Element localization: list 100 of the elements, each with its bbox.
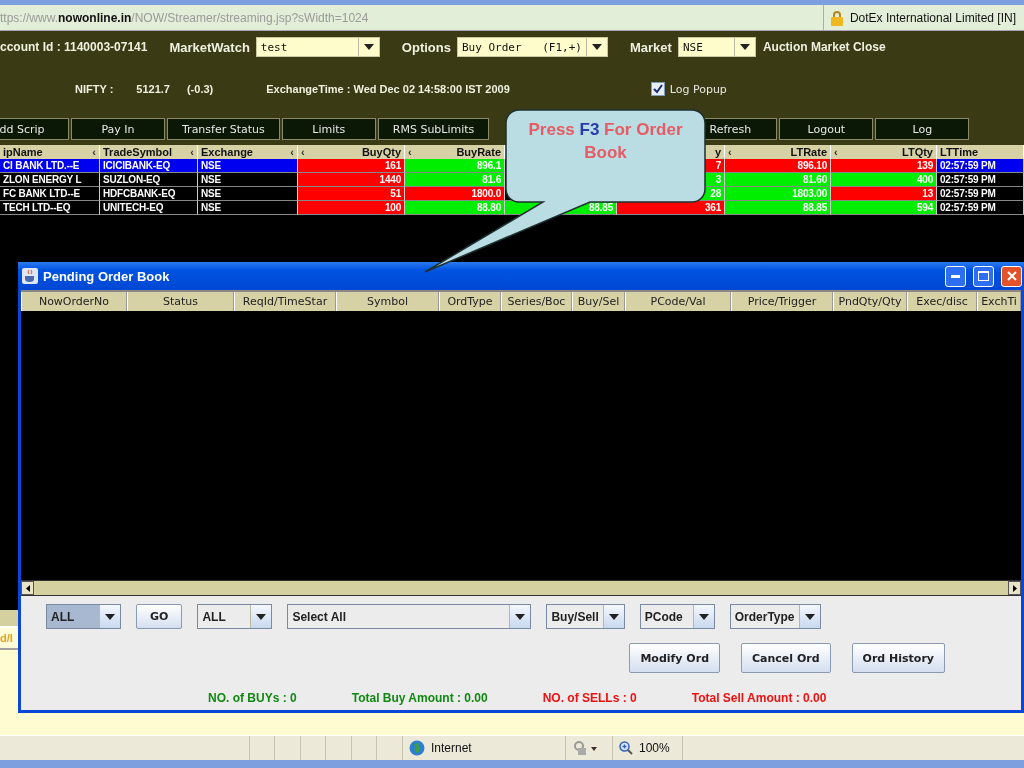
- sort-marker: ‹: [834, 146, 838, 158]
- column-title: LTQty: [902, 146, 933, 158]
- exchange-time: ExchangeTime : Wed Dec 02 14:58:00 IST 2009: [266, 83, 510, 95]
- sort-marker: ‹: [190, 146, 194, 158]
- toolbar-button[interactable]: Log: [875, 118, 970, 140]
- table-cell: NSE: [198, 187, 298, 201]
- minimize-button[interactable]: [945, 265, 966, 287]
- summary-text: NO. of SELLs : 0: [542, 691, 637, 705]
- zoom-icon[interactable]: [619, 741, 633, 755]
- table-cell: 51: [298, 187, 405, 201]
- table-cell: 896.1: [405, 159, 505, 173]
- caret-down-icon: [363, 44, 374, 50]
- sort-marker: ‹: [301, 146, 305, 158]
- checkmark-icon: [652, 84, 663, 94]
- scroll-right-button[interactable]: [1008, 581, 1021, 595]
- cut-off-text: d/I: [0, 632, 13, 644]
- dropdown[interactable]: ALL: [197, 604, 273, 629]
- account-id: ccount Id : 1140003-07141: [0, 40, 148, 54]
- table-cell: UNITECH-EQ: [100, 201, 198, 215]
- summary-text: Total Buy Amount : 0.00: [351, 691, 488, 705]
- table-cell: FC BANK LTD--E: [0, 187, 100, 201]
- table-cell: 88.85: [725, 201, 831, 215]
- column-title: LTTime: [940, 146, 979, 158]
- window-title: Pending Order Book: [43, 268, 171, 284]
- close-icon: [1006, 271, 1017, 281]
- caret-down-icon: [698, 613, 709, 620]
- summary-text: NO. of BUYs : 0: [208, 691, 297, 705]
- index-value: 5121.7: [136, 83, 170, 95]
- toolbar-button[interactable]: Limits: [281, 118, 376, 140]
- dropdown[interactable]: test: [255, 37, 380, 57]
- field-label: Market: [629, 39, 672, 55]
- padlock-icon: [829, 9, 844, 26]
- toolbar-button[interactable]: Pay In: [71, 118, 165, 140]
- dropdown[interactable]: NSE: [677, 37, 756, 57]
- globe-icon: [409, 740, 425, 756]
- close-button[interactable]: [1001, 265, 1022, 287]
- dropdown[interactable]: Select All: [287, 604, 532, 629]
- horizontal-scrollbar[interactable]: [21, 580, 1021, 596]
- column-title: TradeSymbol: [103, 146, 173, 158]
- sort-marker: ‹: [408, 146, 412, 158]
- table-cell: 13: [831, 187, 937, 201]
- certificate-panel[interactable]: DotEx International Limited [IN]: [822, 5, 1024, 30]
- dropdown[interactable]: ALL: [46, 604, 121, 629]
- table-cell: 896.10: [725, 159, 831, 173]
- maximize-button[interactable]: [973, 265, 994, 287]
- column-title: ipName: [3, 146, 43, 158]
- table-cell: 02:57:59 PM: [937, 159, 1024, 173]
- caret-down-icon: [608, 613, 619, 620]
- caret-down-icon: [256, 613, 267, 620]
- column-title: LTRate: [790, 146, 827, 158]
- table-cell: 1800.0: [405, 187, 505, 201]
- summary-text: Total Sell Amount : 0.00: [691, 691, 827, 705]
- table-cell: CI BANK LTD.--E: [0, 159, 100, 173]
- toolbar-button[interactable]: Transfer Status: [167, 118, 280, 140]
- table-cell: 02:57:59 PM: [937, 173, 1024, 187]
- index-label: NIFTY :: [75, 83, 114, 95]
- go-button[interactable]: GO: [136, 604, 183, 629]
- table-cell: 81.60: [725, 173, 831, 187]
- caret-down-icon: [804, 613, 815, 620]
- minimize-icon: [951, 274, 960, 278]
- toolbar-button[interactable]: Logout: [779, 118, 874, 140]
- caret-down-icon: [591, 44, 602, 50]
- caret-down-icon: [739, 44, 750, 50]
- caret-down-icon: [105, 613, 115, 620]
- table-cell: ICICIBANK-EQ: [100, 159, 198, 173]
- zone-text: Internet: [431, 741, 472, 755]
- action-button[interactable]: Ord History: [851, 643, 945, 673]
- zoom-level[interactable]: 100%: [639, 741, 670, 755]
- table-cell: HDFCBANK-EQ: [100, 187, 198, 201]
- table-cell: NSE: [198, 159, 298, 173]
- dropdown[interactable]: OrderType: [729, 604, 821, 629]
- field-label: MarketWatch: [169, 39, 250, 55]
- caret-down-icon: [515, 613, 526, 620]
- table-cell: SUZLON-EQ: [100, 173, 198, 187]
- certificate-text: DotEx International Limited [IN]: [849, 10, 1016, 25]
- column-title: BuyRate: [456, 146, 501, 158]
- sort-marker: ‹: [290, 146, 294, 158]
- url-text[interactable]: ttps://www.nowonline.in/NOW/Streamer/streaming.jsp?sWidth=1024: [0, 10, 823, 25]
- table-cell: 139: [831, 159, 937, 173]
- column-title: Exchange: [201, 146, 253, 158]
- dropdown[interactable]: Buy Order (F1,+): [456, 37, 608, 57]
- table-cell: 02:57:59 PM: [937, 187, 1024, 201]
- table-cell: 161: [298, 159, 405, 173]
- action-button[interactable]: Modify Ord: [629, 643, 720, 673]
- table-cell: 81.6: [405, 173, 505, 187]
- security-icon[interactable]: [572, 740, 598, 756]
- action-button[interactable]: Cancel Ord: [741, 643, 831, 673]
- table-cell: 400: [831, 173, 937, 187]
- market-status: Auction Market Close: [762, 40, 886, 54]
- table-cell: 100: [298, 201, 405, 215]
- toolbar-button[interactable]: dd Scrip: [0, 118, 69, 140]
- dropdown[interactable]: Buy/Sell: [546, 604, 625, 629]
- toolbar-button[interactable]: RMS SubLimits: [377, 118, 490, 140]
- table-cell: NSE: [198, 173, 298, 187]
- sort-marker: ‹: [728, 146, 732, 158]
- log-popup-checkbox[interactable]: Log Popup: [650, 82, 727, 96]
- dropdown[interactable]: PCode: [639, 604, 715, 629]
- scroll-left-button[interactable]: [21, 581, 34, 595]
- right-arrow-icon: [1012, 584, 1017, 592]
- table-cell: 594: [831, 201, 937, 215]
